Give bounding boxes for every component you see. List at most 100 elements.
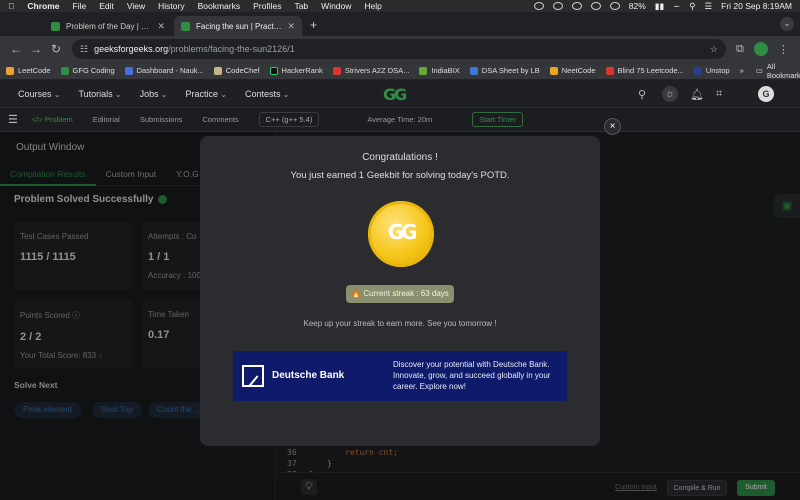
menu-app-name[interactable]: Chrome bbox=[27, 1, 59, 11]
menu-bookmarks[interactable]: Bookmarks bbox=[198, 1, 241, 11]
nav-tutorials[interactable]: Tutorials bbox=[78, 89, 121, 99]
battery-icon[interactable]: ▮▮ bbox=[655, 1, 664, 12]
tab-editorial[interactable]: Editorial bbox=[93, 115, 120, 124]
bookmark-strivers[interactable]: Strivers A2Z DSA... bbox=[332, 66, 409, 75]
close-tab-icon[interactable]: ✕ bbox=[157, 21, 165, 32]
tab-problem[interactable]: </> Problem bbox=[32, 115, 73, 124]
coin-mark: GG bbox=[387, 220, 418, 244]
leetcode-icon bbox=[6, 66, 14, 75]
tab-label: Problem bbox=[44, 115, 73, 124]
gfg-favicon-icon bbox=[181, 21, 190, 31]
url-host: geeksforgeeks.org bbox=[94, 44, 169, 54]
geekbit-coin-icon: GG bbox=[368, 201, 434, 267]
bookmark-dsa-sheet[interactable]: DSA Sheet by LB bbox=[469, 66, 540, 75]
gfg-favicon-icon bbox=[51, 21, 60, 31]
menu-view[interactable]: View bbox=[127, 1, 145, 11]
modal-message: You just earned 1 Geekbit for solving to… bbox=[290, 170, 510, 181]
notification-bell-icon[interactable]: 🔔︎ bbox=[690, 88, 704, 101]
search-icon[interactable]: ⚲ bbox=[638, 88, 646, 101]
tab-title: Problem of the Day | Geeksfor bbox=[66, 21, 152, 31]
bookmark-label: Dashboard - Nauk... bbox=[136, 66, 204, 75]
menu-tab[interactable]: Tab bbox=[294, 1, 308, 11]
bookmark-label: Blind 75 Leetcode... bbox=[617, 66, 684, 75]
codechef-icon bbox=[213, 66, 222, 75]
url-path: /problems/facing-the-sun2126/1 bbox=[168, 44, 295, 54]
blind75-icon bbox=[605, 66, 614, 75]
bookmark-label: NeetCode bbox=[561, 66, 596, 75]
profile-avatar[interactable] bbox=[753, 42, 768, 56]
bookmark-neetcode[interactable]: NeetCode bbox=[549, 66, 596, 75]
browser-tab-active[interactable]: Facing the sun | Practice | Ge ✕ bbox=[174, 16, 302, 36]
site-info-icon[interactable]: ☷ bbox=[80, 44, 88, 55]
tab-comments[interactable]: Comments bbox=[202, 115, 238, 124]
language-select[interactable]: C++ (g++ 5.4) bbox=[258, 112, 320, 127]
status-icon[interactable] bbox=[533, 2, 544, 10]
menu-window[interactable]: Window bbox=[321, 1, 351, 11]
unstop-icon bbox=[693, 66, 702, 75]
back-icon[interactable]: ← bbox=[6, 42, 26, 56]
bookmark-gfg-coding[interactable]: GFG Coding bbox=[60, 66, 115, 75]
tab-search-chevron-icon[interactable]: ⌄ bbox=[780, 17, 794, 31]
forward-icon[interactable]: → bbox=[26, 42, 46, 56]
user-avatar[interactable]: G bbox=[758, 86, 774, 102]
new-tab-icon[interactable]: + bbox=[310, 18, 317, 32]
streak-badge: 🔥 Current streak : 63 days bbox=[346, 285, 454, 303]
apple-menu-icon[interactable]:  bbox=[8, 1, 14, 11]
close-tab-icon[interactable]: ✕ bbox=[287, 21, 295, 32]
bookmark-indiabix[interactable]: IndiaBIX bbox=[419, 66, 460, 75]
status-icon[interactable] bbox=[590, 2, 601, 10]
ad-brand: Deutsche Bank bbox=[272, 370, 345, 381]
bookmark-label: DSA Sheet by LB bbox=[481, 66, 540, 75]
naukri-icon bbox=[124, 66, 133, 75]
nav-courses[interactable]: Courses bbox=[18, 89, 60, 99]
ad-text: Discover your potential with Deutsche Ba… bbox=[393, 360, 551, 391]
status-icon[interactable] bbox=[571, 2, 582, 10]
browser-tab[interactable]: Problem of the Day | Geeksfor ✕ bbox=[44, 16, 172, 36]
control-center-icon[interactable]: ☰ bbox=[705, 1, 713, 12]
tab-label: Editorial bbox=[92, 115, 120, 124]
status-icon[interactable] bbox=[552, 2, 563, 10]
translate-icon[interactable]: ⌗ bbox=[716, 88, 722, 101]
bookmark-dashboard[interactable]: Dashboard - Nauk... bbox=[124, 66, 204, 75]
hamburger-menu-icon[interactable]: ☰ bbox=[8, 113, 18, 126]
folder-icon: ▭ bbox=[755, 66, 763, 75]
bookmark-unstop[interactable]: Unstop bbox=[693, 66, 730, 75]
menu-history[interactable]: History bbox=[158, 1, 184, 11]
all-bookmarks-link[interactable]: All Bookmarks bbox=[767, 62, 800, 80]
bookmark-hackerrank[interactable]: HackerRank bbox=[269, 66, 323, 75]
deutsche-bank-ad[interactable]: Deutsche Bank Discover your potential wi… bbox=[233, 351, 567, 401]
search-icon[interactable]: ⚲ bbox=[689, 1, 695, 12]
nav-contests[interactable]: Contests bbox=[245, 89, 289, 99]
address-bar[interactable]: ☷ geeksforgeeks.org /problems/facing-the… bbox=[72, 39, 726, 59]
wifi-icon[interactable]: ∽ bbox=[673, 1, 680, 12]
reload-icon[interactable]: ↻ bbox=[46, 42, 66, 56]
nav-jobs[interactable]: Jobs bbox=[140, 89, 168, 99]
keep-up-text: Keep up your streak to earn more. See yo… bbox=[303, 319, 497, 328]
menu-profiles[interactable]: Profiles bbox=[253, 1, 281, 11]
bookmark-label: GFG Coding bbox=[72, 66, 115, 75]
status-icon[interactable] bbox=[609, 2, 620, 10]
potd-congrats-modal: Congratulations ! You just earned 1 Geek… bbox=[200, 136, 600, 446]
start-timer-button[interactable]: Start Timer bbox=[472, 112, 523, 127]
extensions-icon[interactable]: ⧉ bbox=[736, 43, 744, 56]
globe-icon bbox=[469, 66, 478, 75]
bookmark-leetcode[interactable]: LeetCode bbox=[6, 66, 51, 75]
menu-file[interactable]: File bbox=[73, 1, 87, 11]
bookmarks-overflow-icon[interactable]: » bbox=[740, 66, 744, 75]
bookmark-star-icon[interactable]: ☆ bbox=[710, 44, 718, 55]
bookmark-blind75[interactable]: Blind 75 Leetcode... bbox=[605, 66, 684, 75]
nav-practice[interactable]: Practice bbox=[186, 89, 227, 99]
tab-submissions[interactable]: Submissions bbox=[140, 115, 183, 124]
menu-edit[interactable]: Edit bbox=[99, 1, 114, 11]
indiabix-icon bbox=[419, 66, 428, 75]
kebab-menu-icon[interactable]: ⋮ bbox=[778, 43, 789, 56]
bookmark-codechef[interactable]: CodeChef bbox=[213, 66, 260, 75]
close-modal-button[interactable]: × bbox=[604, 118, 621, 135]
browser-toolbar: ← → ↻ ☷ geeksforgeeks.org /problems/faci… bbox=[0, 36, 800, 62]
bookmark-label: HackerRank bbox=[281, 66, 323, 75]
gfg-logo[interactable]: GG bbox=[383, 85, 407, 104]
bookmark-label: Unstop bbox=[705, 66, 730, 75]
clock[interactable]: Fri 20 Sep 8:19AM bbox=[721, 1, 792, 11]
theme-toggle-icon[interactable]: ☼ bbox=[662, 86, 678, 102]
menu-help[interactable]: Help bbox=[364, 1, 381, 11]
